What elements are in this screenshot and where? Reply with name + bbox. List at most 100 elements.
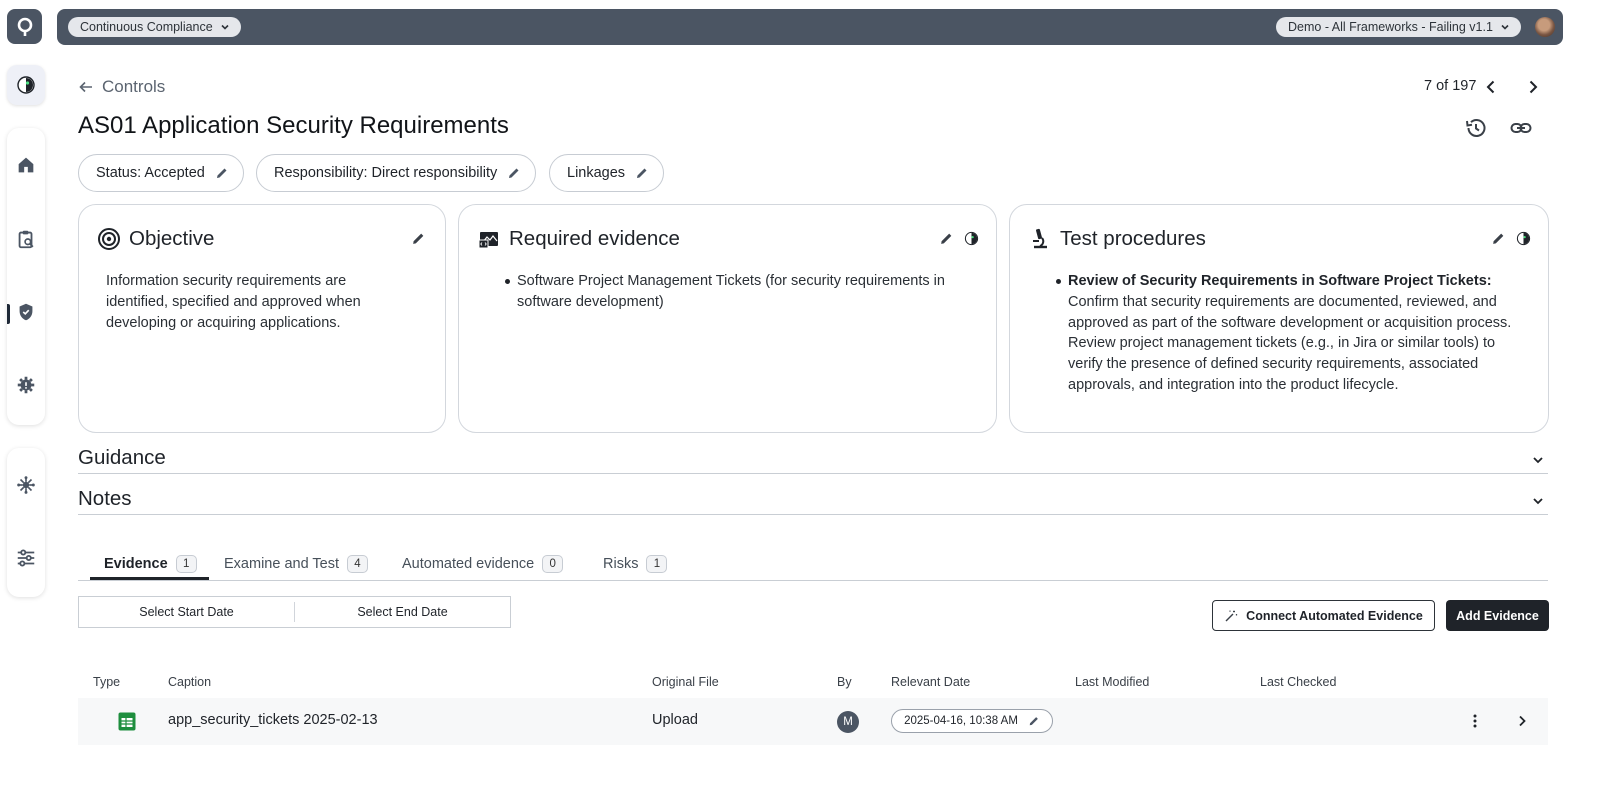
previous-control-button[interactable] — [1481, 77, 1501, 97]
tab-count-badge: 1 — [646, 555, 668, 573]
relevant-date-chip[interactable]: 2025-04-16, 10:38 AM — [891, 709, 1053, 733]
row-more-button[interactable] — [1465, 711, 1485, 731]
column-header-by: By — [837, 675, 852, 689]
active-indicator — [7, 304, 10, 324]
guidance-section[interactable]: Guidance — [78, 446, 1548, 474]
tab-risks[interactable]: Risks 1 — [603, 548, 668, 580]
status-label: Status: Accepted — [96, 165, 205, 181]
procedure-text: Confirm that security requirements are d… — [1068, 293, 1512, 393]
responsibility-label: Responsibility: Direct responsibility — [274, 165, 498, 181]
assistant-button[interactable] — [7, 65, 45, 105]
guidance-title: Guidance — [78, 446, 166, 469]
date-range-picker: Select Start Date Select End Date — [78, 596, 511, 628]
tab-label: Examine and Test — [224, 556, 339, 572]
column-header-last-modified[interactable]: Last Modified — [1075, 675, 1149, 689]
next-control-button[interactable] — [1523, 77, 1543, 97]
required-evidence-card: Required evidence Software Project Manag… — [458, 204, 997, 433]
assistant-icon[interactable] — [964, 231, 979, 246]
app-logo[interactable] — [7, 9, 42, 44]
chevron-down-icon — [1501, 24, 1509, 30]
chevron-down-icon — [221, 24, 229, 30]
tab-label: Automated evidence — [402, 556, 535, 572]
status-chip[interactable]: Status: Accepted — [78, 154, 244, 192]
back-label: Controls — [102, 77, 166, 96]
arrow-left-icon — [79, 81, 92, 93]
shield-icon — [19, 303, 33, 321]
chevron-right-icon — [1519, 715, 1526, 727]
tab-automated-evidence[interactable]: Automated evidence 0 — [402, 548, 564, 580]
column-header-type: Type — [93, 675, 121, 689]
column-header-last-checked[interactable]: Last Checked — [1260, 675, 1336, 689]
history-button[interactable] — [1463, 115, 1489, 141]
framework-select[interactable]: Demo - All Frameworks - Failing v1.1 — [1276, 17, 1521, 37]
user-avatar[interactable] — [1535, 17, 1555, 37]
magic-wand-icon — [1225, 610, 1238, 621]
nav-integrations[interactable] — [7, 466, 45, 504]
nav-rail-secondary — [7, 448, 45, 597]
page-title: AS01 Application Security Requirements — [78, 112, 509, 139]
history-icon — [1466, 119, 1486, 137]
pencil-icon[interactable] — [411, 231, 426, 246]
pager-text: 7 of 197 — [1424, 78, 1477, 94]
linkages-chip[interactable]: Linkages — [549, 154, 665, 192]
test-procedures-list: Review of Security Requirements in Softw… — [1056, 271, 1524, 396]
test-procedures-header: Test procedures — [1028, 227, 1206, 251]
tabs-divider — [78, 580, 1548, 581]
notes-title: Notes — [78, 487, 132, 510]
framework-label: Demo - All Frameworks - Failing v1.1 — [1288, 20, 1493, 34]
chevron-right-icon — [1529, 80, 1538, 94]
evidence-image-code-icon — [478, 232, 498, 249]
pencil-icon[interactable] — [939, 231, 954, 246]
objective-card: Objective Information security requireme… — [78, 204, 446, 433]
top-bar: Continuous Compliance Demo - All Framewo… — [57, 9, 1563, 45]
start-date-field[interactable]: Select Start Date — [79, 597, 294, 627]
author-avatar: M — [837, 711, 859, 733]
pencil-icon — [1029, 717, 1038, 726]
nav-home[interactable] — [7, 146, 45, 184]
procedure-heading: Review of Security Requirements in Softw… — [1068, 273, 1492, 289]
connect-automated-evidence-button[interactable]: Connect Automated Evidence — [1212, 600, 1435, 631]
responsibility-chip[interactable]: Responsibility: Direct responsibility — [256, 154, 537, 192]
add-evidence-button[interactable]: Add Evidence — [1446, 600, 1549, 631]
list-item: Review of Security Requirements in Softw… — [1056, 271, 1524, 396]
table-row[interactable]: app_security_tickets 2025-02-13 Upload M… — [78, 698, 1548, 745]
tab-count-badge: 0 — [542, 555, 564, 573]
test-procedures-card: Test procedures Review of Security Requi… — [1009, 204, 1549, 433]
column-header-caption[interactable]: Caption — [168, 675, 211, 689]
test-procedures-tools — [1491, 231, 1531, 246]
copy-link-button[interactable] — [1508, 115, 1534, 141]
test-procedures-title: Test procedures — [1060, 227, 1206, 250]
nav-controls[interactable] — [7, 293, 45, 331]
chevron-down-icon — [1533, 457, 1543, 464]
more-vertical-icon — [1473, 714, 1477, 728]
workspace-label: Continuous Compliance — [80, 20, 213, 34]
tab-evidence[interactable]: Evidence 1 — [104, 548, 197, 580]
tab-examine-and-test[interactable]: Examine and Test 4 — [224, 548, 368, 580]
chevron-left-icon — [1486, 80, 1495, 94]
back-to-controls-link[interactable]: Controls — [78, 77, 165, 97]
column-header-relevant-date[interactable]: Relevant Date — [891, 675, 970, 689]
assistant-icon[interactable] — [1516, 231, 1531, 246]
pencil-icon — [509, 168, 519, 178]
linkages-label: Linkages — [567, 165, 626, 181]
end-date-field[interactable]: Select End Date — [295, 597, 510, 627]
home-icon — [18, 157, 34, 173]
link-icon — [1510, 123, 1532, 133]
tab-label: Evidence — [104, 556, 168, 572]
nav-risks[interactable] — [7, 366, 45, 404]
clipboard-search-icon — [18, 230, 34, 249]
nav-audits[interactable] — [7, 220, 45, 258]
nav-rail-main — [7, 128, 45, 425]
notes-section[interactable]: Notes — [78, 487, 1548, 515]
pencil-icon[interactable] — [1491, 231, 1506, 246]
target-icon — [98, 228, 120, 250]
nav-settings[interactable] — [7, 539, 45, 577]
chevron-down-icon — [1533, 498, 1543, 505]
tab-count-badge: 1 — [175, 555, 197, 573]
connect-button-label: Connect Automated Evidence — [1246, 608, 1423, 623]
row-open-button[interactable] — [1512, 711, 1532, 731]
relevant-date-value: 2025-04-16, 10:38 AM — [904, 715, 1018, 727]
workspace-select[interactable]: Continuous Compliance — [68, 17, 241, 37]
objective-title: Objective — [129, 227, 215, 250]
evidence-original-file: Upload — [652, 712, 698, 728]
